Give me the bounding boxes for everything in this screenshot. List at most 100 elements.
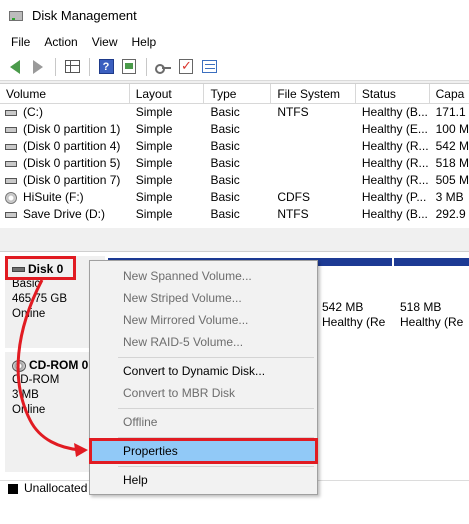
table-row[interactable]: (Disk 0 partition 5) Simple Basic Health… xyxy=(0,155,469,172)
volume-file-system xyxy=(271,155,356,172)
column-header-volume[interactable]: Volume xyxy=(0,84,130,103)
sheet-icon xyxy=(122,59,136,74)
partition-block[interactable] xyxy=(464,258,469,348)
menu-action[interactable]: Action xyxy=(37,35,84,49)
check-button[interactable] xyxy=(175,56,197,78)
volume-capacity: 505 M xyxy=(435,173,469,187)
volume-status: Healthy (B... xyxy=(361,207,428,221)
export-button[interactable] xyxy=(118,56,140,78)
volume-file-system xyxy=(271,138,356,155)
column-header-capacity[interactable]: Capa xyxy=(430,84,469,103)
check-icon xyxy=(179,58,193,74)
volume-status: Healthy (P... xyxy=(361,190,427,204)
volume-type: Basic xyxy=(210,122,240,136)
volume-layout: Simple xyxy=(135,139,173,153)
menu-item-offline[interactable]: Offline xyxy=(90,411,317,433)
table-row[interactable]: (Disk 0 partition 4) Simple Basic Health… xyxy=(0,138,469,155)
menu-item-new-spanned-volume[interactable]: New Spanned Volume... xyxy=(90,265,317,287)
help-icon: ? xyxy=(98,59,114,74)
volume-type: Basic xyxy=(210,139,240,153)
volume-name: (C:) xyxy=(23,105,43,119)
partition-size: 542 MB xyxy=(322,300,364,314)
volume-capacity: 542 M xyxy=(435,139,469,153)
volume-status: Healthy (R... xyxy=(361,156,429,170)
partition-status: Healthy (Re xyxy=(400,315,464,329)
volume-capacity: 100 M xyxy=(435,122,469,136)
cdrom-0-name: CD-ROM 0 xyxy=(29,358,89,372)
unallocated-swatch xyxy=(8,484,18,494)
volume-status: Healthy (R... xyxy=(361,139,429,153)
volume-layout: Simple xyxy=(135,122,173,136)
menu-item-convert-to-mbr-disk[interactable]: Convert to MBR Disk xyxy=(90,382,317,404)
forward-button[interactable] xyxy=(27,56,49,78)
menu-item-new-raid5-volume[interactable]: New RAID-5 Volume... xyxy=(90,331,317,353)
volume-file-system xyxy=(271,121,356,138)
show-hide-console-tree-button[interactable] xyxy=(61,56,83,78)
volume-icon xyxy=(5,143,17,150)
volume-type: Basic xyxy=(210,156,240,170)
title-bar: Disk Management xyxy=(0,0,469,31)
back-button[interactable] xyxy=(4,56,26,78)
volume-file-system: NTFS xyxy=(277,105,309,119)
menu-separator xyxy=(118,357,314,358)
disk-management-window: Disk Management File Action View Help ? … xyxy=(0,0,469,524)
volume-status: Healthy (B... xyxy=(361,105,428,119)
volume-capacity: 171.1 xyxy=(435,105,466,119)
toolbar-separator xyxy=(89,57,90,76)
column-header-file-system[interactable]: File System xyxy=(271,84,356,103)
table-row[interactable]: Save Drive (D:) Simple Basic NTFS Health… xyxy=(0,206,469,223)
menu-view[interactable]: View xyxy=(85,35,125,49)
volume-name: Save Drive (D:) xyxy=(23,207,106,221)
toolbar-separator xyxy=(146,57,147,76)
menu-separator xyxy=(118,466,314,467)
window-title: Disk Management xyxy=(32,8,137,23)
menu-item-convert-to-dynamic-disk[interactable]: Convert to Dynamic Disk... xyxy=(90,360,317,382)
volume-layout: Simple xyxy=(135,190,173,204)
volume-name: (Disk 0 partition 7) xyxy=(23,173,121,187)
partition-status: Healthy (Re xyxy=(322,315,386,329)
volume-name: (Disk 0 partition 4) xyxy=(23,139,121,153)
volume-layout: Simple xyxy=(135,207,173,221)
menu-file[interactable]: File xyxy=(4,35,37,49)
forward-icon xyxy=(33,59,43,74)
volume-capacity: 292.9 xyxy=(435,207,466,221)
column-header-layout[interactable]: Layout xyxy=(130,84,205,103)
key-icon xyxy=(155,62,171,74)
table-row[interactable]: HiSuite (F:) Simple Basic CDFS Healthy (… xyxy=(0,189,469,206)
menu-item-new-mirrored-volume[interactable]: New Mirrored Volume... xyxy=(90,309,317,331)
partition-block[interactable]: 542 MB Healthy (Re xyxy=(316,258,392,348)
volume-file-system xyxy=(271,172,356,189)
list-button[interactable] xyxy=(198,56,220,78)
volume-name: HiSuite (F:) xyxy=(23,190,84,204)
cd-icon xyxy=(5,191,17,204)
volume-status: Healthy (R... xyxy=(361,173,429,187)
partition-block[interactable]: 518 MB Healthy (Re xyxy=(394,258,464,348)
pane-splitter[interactable] xyxy=(0,228,469,252)
table-row[interactable]: (C:) Simple Basic NTFS Healthy (B... 171… xyxy=(0,104,469,121)
volume-layout: Simple xyxy=(135,156,173,170)
menu-help[interactable]: Help xyxy=(125,35,164,49)
toolbar: ? xyxy=(0,53,469,81)
legend-unallocated: Unallocated xyxy=(24,481,88,495)
list-icon xyxy=(201,60,217,73)
menu-separator xyxy=(118,408,314,409)
menu-bar: File Action View Help xyxy=(0,31,469,53)
help-button[interactable]: ? xyxy=(95,56,117,78)
connect-button[interactable] xyxy=(152,56,174,78)
cdrom-icon xyxy=(12,359,26,372)
volume-type: Basic xyxy=(210,190,240,204)
table-row[interactable]: (Disk 0 partition 7) Simple Basic Health… xyxy=(0,172,469,189)
volume-icon xyxy=(5,109,17,116)
volume-status: Healthy (E... xyxy=(361,122,428,136)
volume-name: (Disk 0 partition 5) xyxy=(23,156,121,170)
volume-file-system: CDFS xyxy=(277,190,310,204)
table-row[interactable]: (Disk 0 partition 1) Simple Basic Health… xyxy=(0,121,469,138)
menu-item-new-striped-volume[interactable]: New Striped Volume... xyxy=(90,287,317,309)
column-header-status[interactable]: Status xyxy=(356,84,430,103)
volume-icon xyxy=(5,211,17,218)
volume-type: Basic xyxy=(210,207,240,221)
column-header-type[interactable]: Type xyxy=(204,84,272,103)
grid-icon xyxy=(64,60,80,73)
menu-item-help[interactable]: Help xyxy=(90,469,317,491)
volume-icon xyxy=(5,177,17,184)
